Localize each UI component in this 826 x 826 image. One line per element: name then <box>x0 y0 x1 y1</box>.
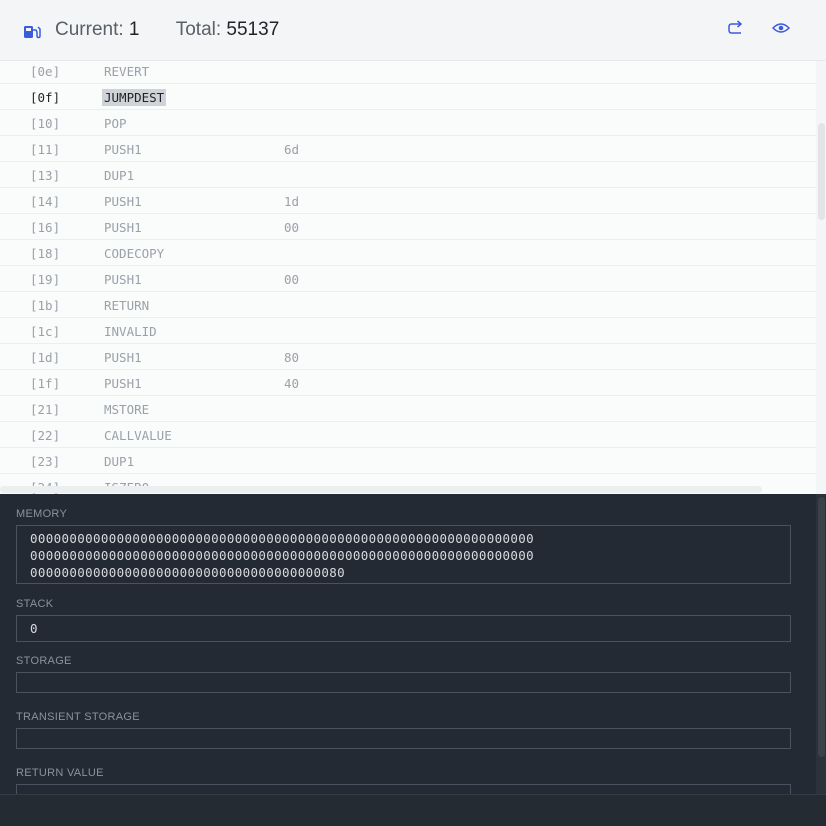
opcode-row[interactable]: [18] CODECOPY <box>0 240 816 266</box>
opcode-name: INVALID <box>104 324 157 339</box>
opcode-row[interactable]: [10] POP <box>0 110 816 136</box>
opcode-name: MSTORE <box>104 402 150 417</box>
opcode-pc: [10] <box>30 116 61 131</box>
opcode-row[interactable]: [1c] INVALID <box>0 318 816 344</box>
opcode-row[interactable]: [1f] PUSH1 40 <box>0 370 816 396</box>
storage-label: STORAGE <box>16 655 72 667</box>
opcode-list: [0e] REVERT [0f] JUMPDEST [10] POP [11] PUSH1 6d… <box>0 61 816 494</box>
stack-box: 0 <box>16 615 791 642</box>
total-value: 55137 <box>226 19 280 40</box>
opcode-pc: [19] <box>30 272 61 287</box>
state-panel: MEMORY 000000000000000000000000000000000… <box>0 494 826 826</box>
return-value-label: RETURN VALUE <box>16 767 104 779</box>
opcode-name: PUSH1 <box>104 350 142 365</box>
opcode-arg: 1d <box>284 194 300 209</box>
opcode-row[interactable]: [1b] RETURN <box>0 292 816 318</box>
gas-pump-icon <box>23 24 41 40</box>
opcode-arg: 00 <box>284 272 300 287</box>
opcode-pc: [0f] <box>30 90 61 105</box>
opcode-pc: [1f] <box>30 376 61 391</box>
debugger-header: Current: 1 Total: 55137 <box>0 0 826 61</box>
opcode-pc: [18] <box>30 246 61 261</box>
opcode-pc: [0e] <box>30 64 61 79</box>
current-value: 1 <box>128 19 140 40</box>
opcode-name: RETURN <box>104 298 150 313</box>
opcode-name: PUSH1 <box>104 376 142 391</box>
opcode-row[interactable]: [16] PUSH1 00 <box>0 214 816 240</box>
eye-icon <box>771 21 791 40</box>
current-label: Current: <box>55 19 124 40</box>
step-counter: Current: 1 Total: 55137 <box>55 19 279 41</box>
opcode-name: PUSH1 <box>104 272 142 287</box>
opcode-pc: [1d] <box>30 350 61 365</box>
opcode-name: CALLVALUE <box>104 428 172 443</box>
opcode-row[interactable]: [22] CALLVALUE <box>0 422 816 448</box>
memory-label: MEMORY <box>16 508 68 520</box>
reload-button[interactable] <box>725 19 747 41</box>
opcode-scrollbar-thumb[interactable] <box>818 123 825 220</box>
opcode-pc: [14] <box>30 194 61 209</box>
opcode-row[interactable]: [1d] PUSH1 80 <box>0 344 816 370</box>
stack-value: 0 <box>30 621 38 636</box>
watch-button[interactable] <box>770 19 792 41</box>
opcode-name: DUP1 <box>104 168 135 183</box>
opcode-name: REVERT <box>104 64 150 79</box>
bottom-bar <box>0 794 826 826</box>
storage-box <box>16 672 791 693</box>
opcode-row[interactable]: [11] PUSH1 6d <box>0 136 816 162</box>
opcode-horizontal-scrollbar[interactable] <box>0 486 762 493</box>
opcode-row[interactable]: [21] MSTORE <box>0 396 816 422</box>
opcode-arg: 6d <box>284 142 300 157</box>
opcode-pc: [21] <box>30 402 61 417</box>
opcode-panel: [0e] REVERT [0f] JUMPDEST [10] POP [11] PUSH1 6d… <box>0 61 826 494</box>
opcode-name: PUSH1 <box>104 194 142 209</box>
opcode-row[interactable]: [19] PUSH1 00 <box>0 266 816 292</box>
opcode-pc: [11] <box>30 142 61 157</box>
opcode-row[interactable]: [0f] JUMPDEST <box>0 84 816 110</box>
opcode-row[interactable]: [0e] REVERT <box>0 61 816 84</box>
opcode-name: JUMPDEST <box>102 89 167 106</box>
opcode-arg: 40 <box>284 376 300 391</box>
opcode-row[interactable]: [23] DUP1 <box>0 448 816 474</box>
state-scrollbar-thumb[interactable] <box>818 497 825 757</box>
transient-storage-label: TRANSIENT STORAGE <box>16 711 140 723</box>
opcode-row[interactable]: [13] DUP1 <box>0 162 816 188</box>
transient-storage-box <box>16 728 791 749</box>
opcode-arg: 80 <box>284 350 300 365</box>
opcode-pc: [1c] <box>30 324 61 339</box>
opcode-pc: [23] <box>30 454 61 469</box>
opcode-name: CODECOPY <box>104 246 165 261</box>
opcode-arg: 00 <box>284 220 300 235</box>
opcode-pc: [1b] <box>30 298 61 313</box>
opcode-pc: [16] <box>30 220 61 235</box>
opcode-name: POP <box>104 116 127 131</box>
memory-line: 0000000000000000000000000000000000000000… <box>30 548 535 563</box>
opcode-name: PUSH1 <box>104 142 142 157</box>
memory-line: 0000000000000000000000000000000000000080 <box>30 565 346 580</box>
opcode-row[interactable]: [14] PUSH1 1d <box>0 188 816 214</box>
total-label: Total: <box>175 19 222 40</box>
stack-label: STACK <box>16 598 54 610</box>
opcode-pc: [13] <box>30 168 61 183</box>
opcode-pc: [22] <box>30 428 61 443</box>
memory-line: 0000000000000000000000000000000000000000… <box>30 531 535 546</box>
opcode-name: DUP1 <box>104 454 135 469</box>
reload-icon <box>727 19 745 41</box>
memory-box: 0000000000000000000000000000000000000000… <box>16 525 791 584</box>
opcode-name: PUSH1 <box>104 220 142 235</box>
